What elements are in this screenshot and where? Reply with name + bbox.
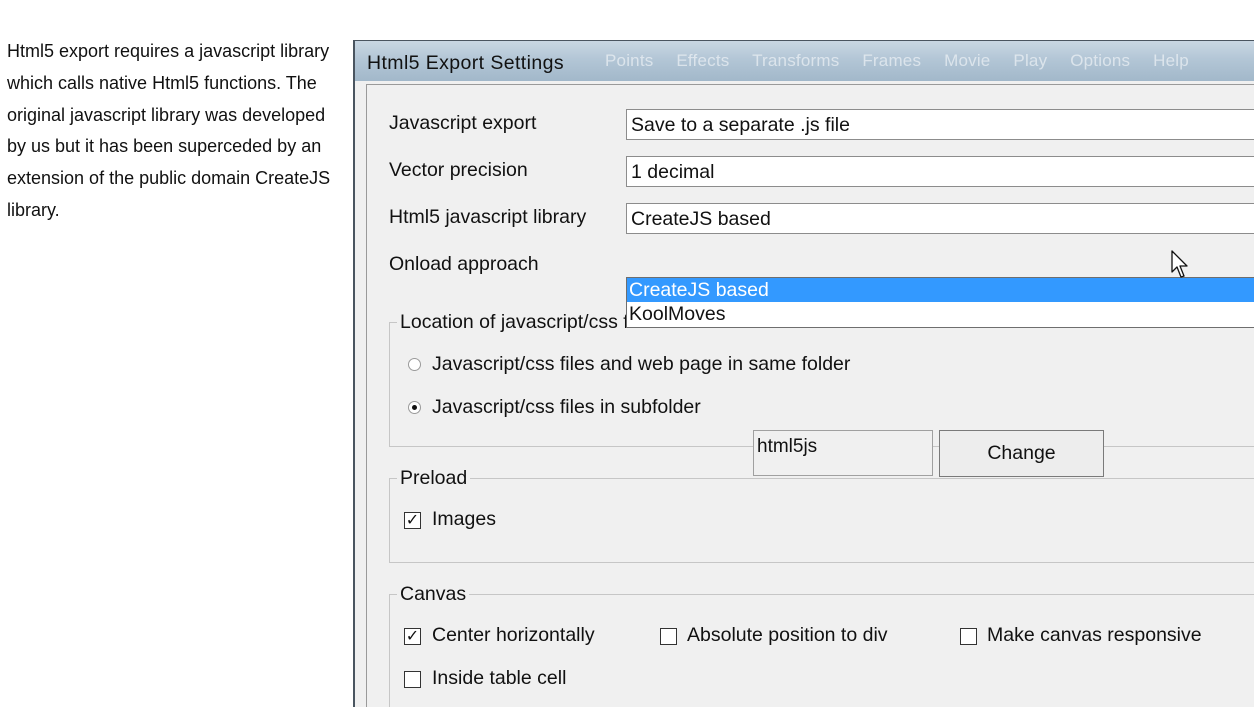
same-folder-radio[interactable]: [408, 358, 421, 371]
preload-group: [389, 478, 1254, 563]
canvas-group: [389, 594, 1254, 707]
vector-precision-label: Vector precision: [389, 159, 528, 181]
dialog-client-area: Javascript export Save to a separate .js…: [366, 84, 1254, 707]
images-checkbox[interactable]: ✓: [404, 512, 421, 529]
subfolder-label[interactable]: Javascript/css files in subfolder: [432, 396, 701, 419]
menu-item-effects: Effects: [676, 51, 730, 70]
checkmark-icon: ✓: [405, 628, 420, 645]
background-menu-bar: Points Effects Transforms Frames Movie P…: [605, 51, 1207, 71]
library-option-koolmoves[interactable]: KoolMoves: [627, 302, 1254, 326]
menu-item-play: Play: [1013, 51, 1048, 70]
center-horizontally-label[interactable]: Center horizontally: [432, 624, 595, 647]
menu-item-movie: Movie: [944, 51, 991, 70]
menu-item-points: Points: [605, 51, 654, 70]
inside-table-cell-checkbox[interactable]: [404, 671, 421, 688]
absolute-position-checkbox[interactable]: [660, 628, 677, 645]
library-dropdown-list[interactable]: CreateJS based KoolMoves: [626, 277, 1254, 328]
vector-precision-select[interactable]: 1 decimal: [626, 156, 1254, 187]
javascript-export-select[interactable]: Save to a separate .js file: [626, 109, 1254, 140]
subfolder-radio[interactable]: [408, 401, 421, 414]
inside-table-cell-label[interactable]: Inside table cell: [432, 667, 566, 690]
javascript-library-select[interactable]: CreateJS based: [626, 203, 1254, 234]
center-horizontally-checkbox[interactable]: ✓: [404, 628, 421, 645]
javascript-export-label: Javascript export: [389, 112, 537, 134]
arrow-cursor-icon: [1171, 250, 1188, 278]
library-option-createjs[interactable]: CreateJS based: [627, 278, 1254, 302]
preload-group-title: Preload: [397, 467, 471, 490]
absolute-position-label[interactable]: Absolute position to div: [687, 624, 888, 647]
canvas-group-title: Canvas: [397, 583, 470, 606]
subfolder-name-field[interactable]: html5js: [753, 430, 933, 476]
responsive-canvas-checkbox[interactable]: [960, 628, 977, 645]
javascript-library-label: Html5 javascript library: [389, 206, 587, 228]
intro-paragraph: Html5 export requires a javascript libra…: [7, 41, 331, 220]
title-bar[interactable]: Points Effects Transforms Frames Movie P…: [355, 41, 1254, 81]
checkmark-icon: ✓: [405, 512, 420, 529]
menu-item-frames: Frames: [862, 51, 922, 70]
dialog-title: Html5 Export Settings: [367, 52, 564, 74]
onload-approach-label: Onload approach: [389, 253, 539, 275]
responsive-canvas-label[interactable]: Make canvas responsive: [987, 624, 1202, 647]
menu-item-help: Help: [1153, 51, 1189, 70]
same-folder-label[interactable]: Javascript/css files and web page in sam…: [432, 353, 850, 376]
location-group-title: Location of javascript/css files: [397, 311, 661, 334]
menu-item-options: Options: [1070, 51, 1131, 70]
menu-item-transforms: Transforms: [752, 51, 840, 70]
html5-export-settings-dialog: Points Effects Transforms Frames Movie P…: [353, 40, 1254, 707]
location-group: [389, 322, 1254, 447]
change-folder-button[interactable]: Change: [939, 430, 1104, 477]
images-label[interactable]: Images: [432, 508, 496, 531]
